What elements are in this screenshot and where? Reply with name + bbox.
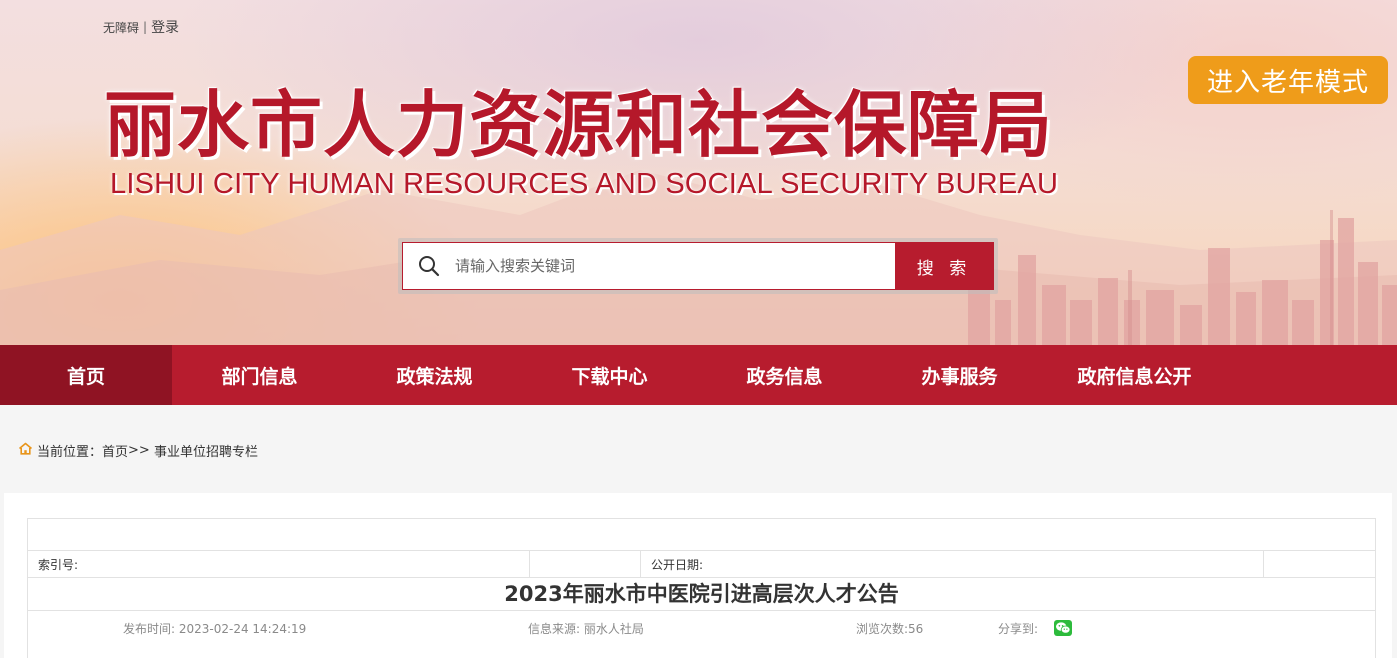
breadcrumb-home-link[interactable]: 首页 [102, 441, 128, 460]
index-value [530, 551, 641, 577]
view-count: 浏览次数:56 [856, 622, 924, 636]
search-input[interactable] [455, 243, 895, 289]
publish-time: 发布时间: 2023-02-24 14:24:19 [123, 622, 307, 636]
nav-item-info-disclosure[interactable]: 政府信息公开 [1047, 345, 1222, 405]
breadcrumb-separator: >> [128, 443, 150, 458]
nav-item-home[interactable]: 首页 [0, 345, 172, 405]
header-banner: 无障碍 | 登录 进入老年模式 丽水市人力资源和社会保障局 LISHUI CIT… [0, 0, 1397, 345]
elder-mode-button[interactable]: 进入老年模式 [1188, 56, 1388, 104]
search-bar: 搜 索 [398, 238, 998, 294]
publish-date-label: 公开日期: [641, 551, 1264, 577]
info-source: 信息来源: 丽水人社局 [528, 622, 644, 636]
nav-item-services[interactable]: 办事服务 [872, 345, 1047, 405]
nav-item-policies[interactable]: 政策法规 [347, 345, 522, 405]
publish-date-value [1264, 551, 1375, 577]
top-links-separator: | [143, 20, 148, 34]
breadcrumb-bar: 当前位置： 首页 >> 事业单位招聘专栏 [0, 405, 1397, 493]
main-nav: 首页 部门信息 政策法规 下载中心 政务信息 办事服务 政府信息公开 [0, 345, 1397, 405]
site-title-cn: 丽水市人力资源和社会保障局 [104, 82, 1054, 167]
search-box: 搜 索 [402, 242, 994, 290]
home-icon [18, 442, 33, 459]
search-button[interactable]: 搜 索 [895, 243, 993, 289]
article-info-line: 发布时间: 2023-02-24 14:24:19 信息来源: 丽水人社局 浏览… [28, 612, 1375, 642]
login-link[interactable]: 登录 [151, 17, 179, 37]
breadcrumb-current-link[interactable]: 事业单位招聘专栏 [154, 441, 258, 460]
index-label: 索引号: [28, 551, 530, 577]
article-title: 2023年丽水市中医院引进高层次人才公告 [28, 578, 1375, 611]
site-title-en: LISHUI CITY HUMAN RESOURCES AND SOCIAL S… [110, 168, 1059, 200]
search-icon [403, 243, 455, 289]
breadcrumb: 当前位置： 首页 >> 事业单位招聘专栏 [18, 441, 258, 460]
content-area: 索引号: 公开日期: 2023年丽水市中医院引进高层次人才公告 发布时间: 20… [0, 493, 1397, 658]
article-meta-table: 索引号: 公开日期: [28, 550, 1375, 578]
accessibility-link[interactable]: 无障碍 [103, 19, 139, 36]
breadcrumb-prefix: 当前位置： [37, 445, 103, 460]
wechat-icon[interactable] [1054, 620, 1072, 639]
nav-item-department-info[interactable]: 部门信息 [172, 345, 347, 405]
article-frame: 索引号: 公开日期: 2023年丽水市中医院引进高层次人才公告 发布时间: 20… [27, 518, 1376, 658]
top-links: 无障碍 | 登录 [103, 17, 179, 37]
article-card: 索引号: 公开日期: 2023年丽水市中医院引进高层次人才公告 发布时间: 20… [4, 493, 1392, 658]
nav-item-government-affairs[interactable]: 政务信息 [697, 345, 872, 405]
nav-item-downloads[interactable]: 下载中心 [522, 345, 697, 405]
share-label: 分享到: [998, 622, 1039, 636]
